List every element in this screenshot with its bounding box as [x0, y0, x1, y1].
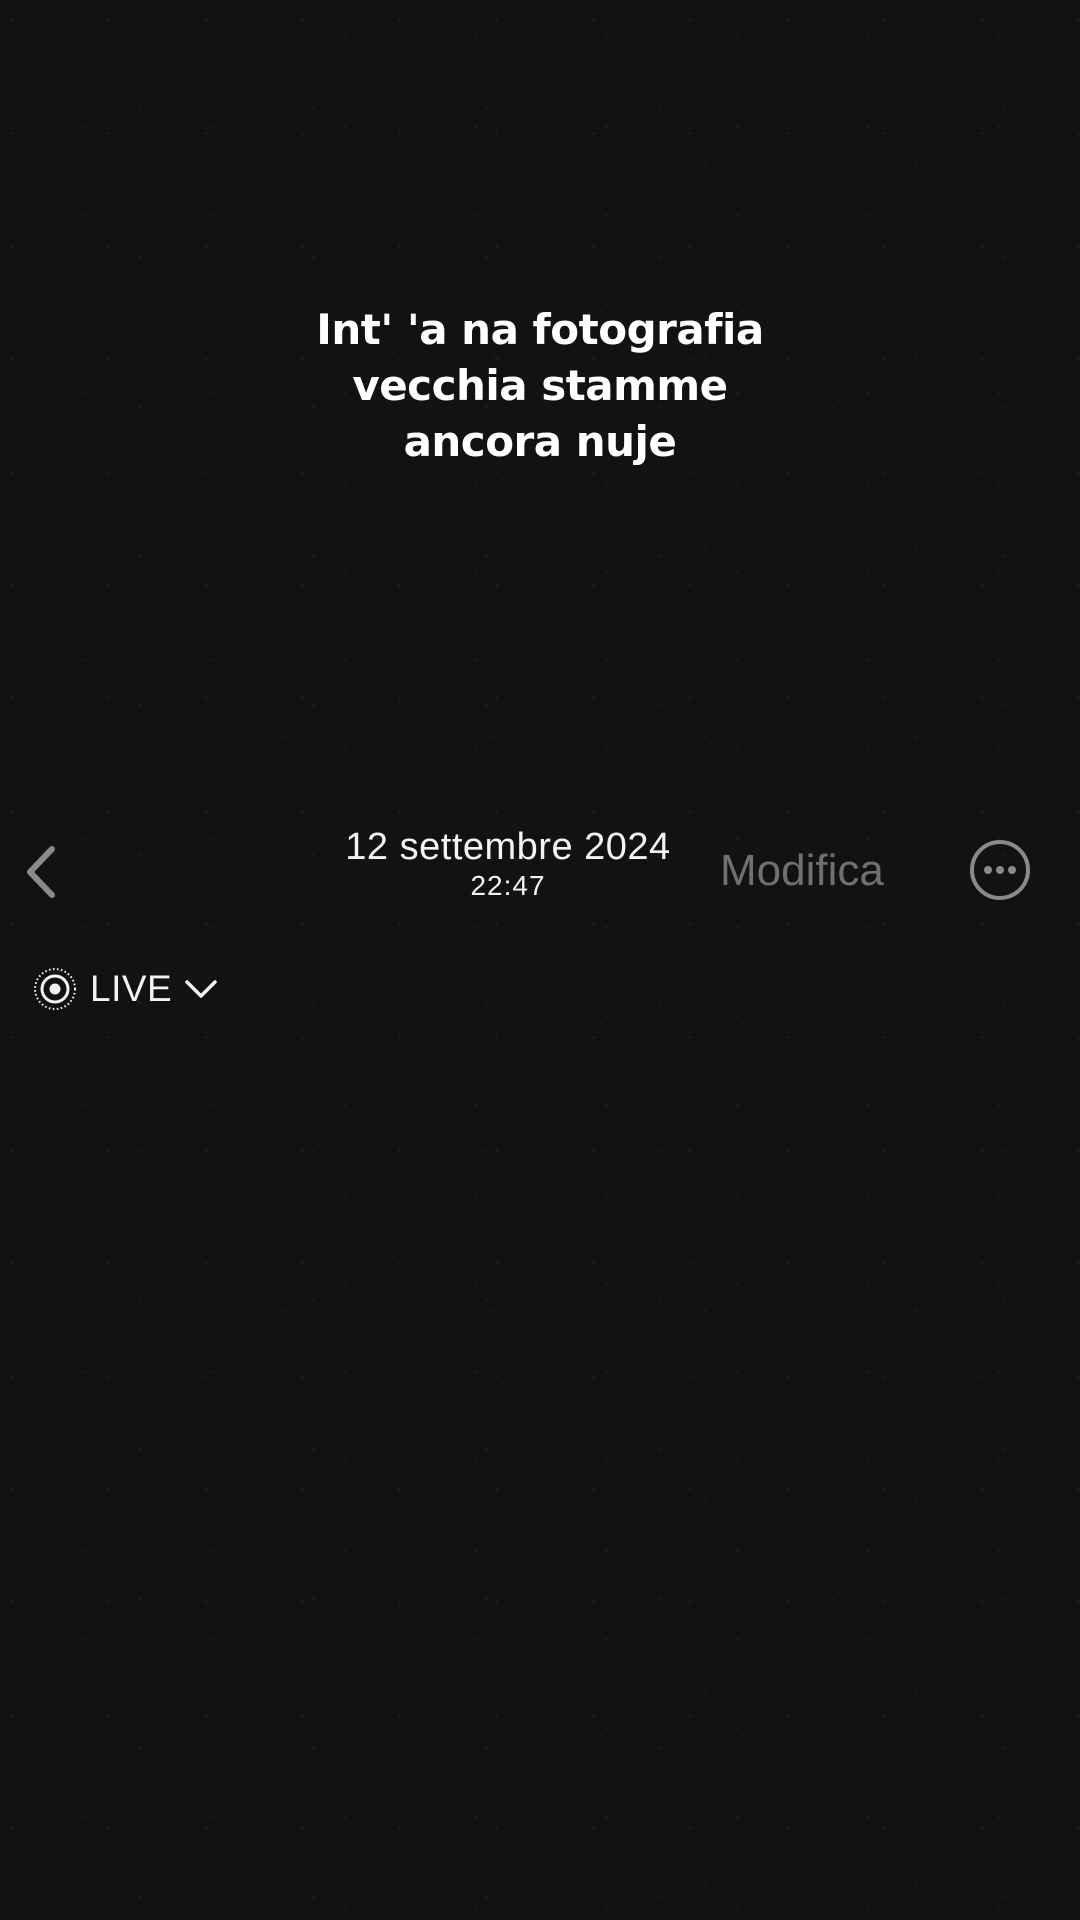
more-options-button[interactable]: [968, 838, 1032, 902]
back-button[interactable]: [16, 840, 68, 904]
background-texture: [0, 0, 1080, 1920]
edit-button[interactable]: Modifica: [720, 844, 884, 898]
photo-time: 22:47: [470, 870, 546, 901]
ellipsis-circle-icon: [970, 840, 1030, 900]
chevron-left-icon: [27, 846, 55, 898]
photo-date-time: 12 settembre 2024 22:47: [308, 820, 708, 902]
photo-date: 12 settembre 2024: [345, 826, 671, 868]
photo-header-bar: 12 settembre 2024 22:47 Modifica: [0, 820, 1080, 920]
live-label: LIVE: [90, 968, 173, 1009]
chevron-down-icon: [185, 980, 217, 998]
live-photo-toggle[interactable]: LIVE: [32, 964, 218, 1014]
story-caption: Int' 'a na fotografia vecchia stamme anc…: [316, 305, 764, 466]
live-photo-icon: [34, 968, 76, 1010]
